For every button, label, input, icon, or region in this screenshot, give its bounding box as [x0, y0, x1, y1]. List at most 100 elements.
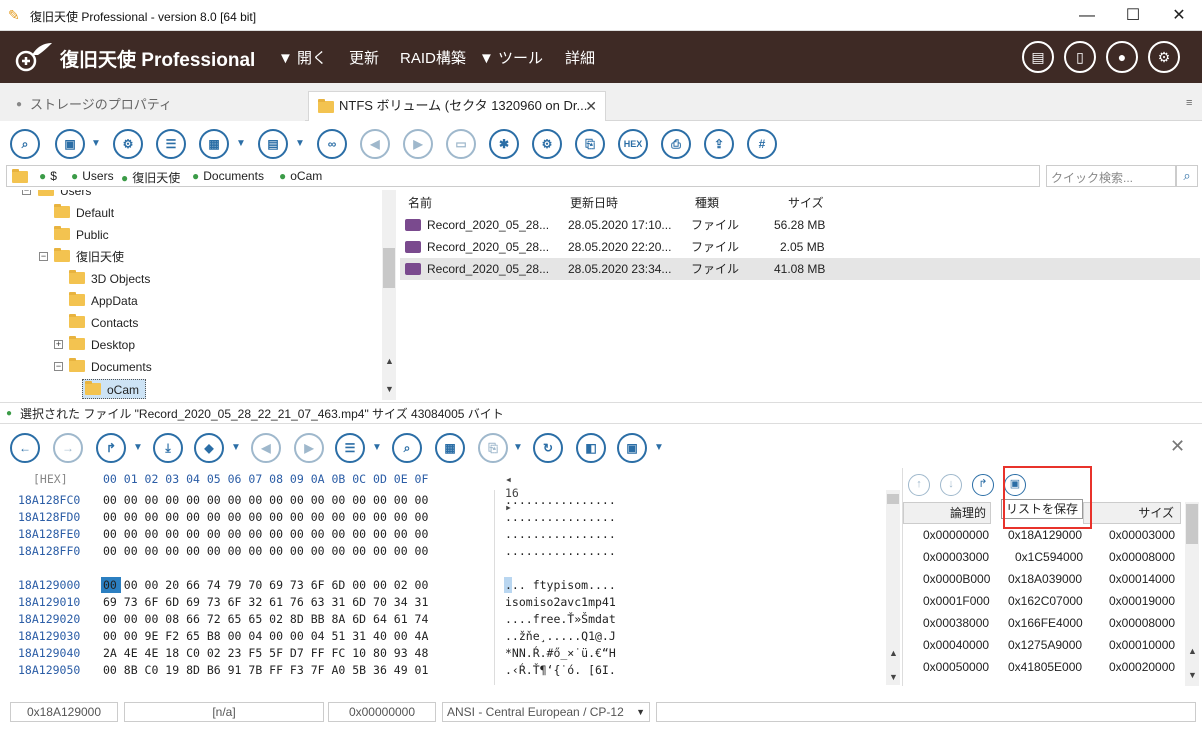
tree-item[interactable]: + Desktop: [54, 335, 135, 355]
table-row[interactable]: 0x00003000 0x1C594000 0x00008000: [903, 546, 1185, 568]
drive-icon[interactable]: ▤: [1022, 41, 1054, 73]
panel-icon[interactable]: ▯: [1064, 41, 1096, 73]
tree-item-selected[interactable]: oCam: [82, 379, 147, 399]
save-icon[interactable]: ▣: [55, 129, 85, 159]
tab-close-icon[interactable]: ✕: [585, 92, 597, 120]
column-header-logical[interactable]: 論理的: [903, 502, 991, 524]
expand-icon[interactable]: +: [54, 340, 63, 349]
breadcrumb-item[interactable]: ● Users: [71, 169, 114, 183]
bookmark-dropdown-icon[interactable]: ▼: [231, 443, 241, 453]
collapse-icon[interactable]: −: [22, 190, 31, 195]
prev-bookmark-icon[interactable]: ◀: [251, 433, 281, 463]
menu-open[interactable]: ▼ 開く: [278, 47, 327, 68]
save-dropdown-icon[interactable]: ▼: [91, 139, 101, 149]
format-icon[interactable]: ☰: [335, 433, 365, 463]
tree-item[interactable]: − Documents: [54, 357, 152, 377]
save-hex-icon[interactable]: ▣: [617, 433, 647, 463]
copy-dropdown-icon[interactable]: ▼: [513, 443, 523, 453]
table-row[interactable]: 0x00038000 0x166FE4000 0x00008000: [903, 612, 1185, 634]
goto-icon[interactable]: ↱: [96, 433, 126, 463]
hex-view[interactable]: 18A128FC0 00 00 00 00 00 00 00 00 00 00 0…: [0, 490, 900, 685]
hex-icon[interactable]: HEX: [618, 129, 648, 159]
up-icon[interactable]: ↑: [908, 474, 930, 496]
breadcrumb-item[interactable]: ● $: [39, 169, 57, 183]
file-copy-icon[interactable]: ⎘: [575, 129, 605, 159]
table-row-selected[interactable]: Record_2020_05_28... 28.05.2020 23:34...…: [400, 258, 1200, 280]
tab-menu-icon[interactable]: ≡: [1186, 97, 1192, 109]
close-panel-icon[interactable]: ✕: [1170, 436, 1185, 457]
table-row[interactable]: 0x00040000 0x1275A9000 0x00010000: [903, 634, 1185, 656]
format-dropdown-icon[interactable]: ▼: [372, 443, 382, 453]
binoculars-icon[interactable]: ∞: [317, 129, 347, 159]
column-header-type[interactable]: 種類: [695, 192, 719, 214]
tree-item[interactable]: − Users: [22, 190, 91, 201]
table-row[interactable]: 0x0001F000 0x162C07000 0x00019000: [903, 590, 1185, 612]
collapse-icon[interactable]: −: [54, 362, 63, 371]
view-icon[interactable]: ▦: [199, 129, 229, 159]
table-row[interactable]: 0x00050000 0x41805E000 0x00020000: [903, 656, 1185, 678]
tab-storage-properties[interactable]: ● ストレージのプロパティ: [0, 91, 305, 121]
file-plus-icon[interactable]: ✱: [489, 129, 519, 159]
user-icon[interactable]: ●: [1106, 41, 1138, 73]
breadcrumb-item[interactable]: ● oCam: [279, 169, 322, 183]
table-row[interactable]: 0x0000B000 0x18A039000 0x00014000: [903, 568, 1185, 590]
menu-tools[interactable]: ▼ ツール: [479, 47, 543, 68]
prev-icon[interactable]: ◀: [360, 129, 390, 159]
list-dropdown-icon[interactable]: ▼: [295, 139, 305, 149]
copy-icon[interactable]: ⎘: [478, 433, 508, 463]
save-hex-dropdown-icon[interactable]: ▼: [654, 443, 664, 453]
minimize-button[interactable]: —: [1064, 0, 1110, 31]
checklist-icon[interactable]: ☰: [156, 129, 186, 159]
tree-item[interactable]: Default: [54, 203, 114, 223]
select-icon[interactable]: ▦: [435, 433, 465, 463]
table-row[interactable]: Record_2020_05_28... 28.05.2020 22:20...…: [400, 236, 1200, 258]
quick-search-input[interactable]: クイック検索...: [1046, 165, 1176, 187]
table-row[interactable]: Record_2020_05_28... 28.05.2020 17:10...…: [400, 214, 1200, 236]
split-view-icon[interactable]: ◧: [576, 433, 606, 463]
forward-icon[interactable]: →: [53, 433, 83, 463]
tree-item[interactable]: Contacts: [69, 313, 138, 333]
column-header-name[interactable]: 名前: [408, 192, 432, 214]
tab-ntfs-volume[interactable]: NTFS ボリューム (セクタ 1320960 on Dr... ✕: [308, 91, 606, 121]
download-icon[interactable]: ⤓: [153, 433, 183, 463]
find-icon[interactable]: ⌕: [392, 433, 422, 463]
recover-icon[interactable]: ⚙: [113, 129, 143, 159]
encoding-select[interactable]: ANSI - Central European / CP-12 ▼: [442, 702, 650, 722]
menu-details[interactable]: 詳細: [565, 47, 595, 68]
menu-refresh[interactable]: 更新: [349, 47, 379, 68]
column-header-date[interactable]: 更新日時: [570, 192, 618, 214]
file-settings-icon[interactable]: ⚙: [532, 129, 562, 159]
maximize-button[interactable]: ☐: [1110, 0, 1156, 31]
export-icon[interactable]: ⇪: [704, 129, 734, 159]
hex-scrollbar[interactable]: ▲ ▼: [886, 490, 900, 685]
refresh-icon[interactable]: ↻: [533, 433, 563, 463]
breadcrumb-item[interactable]: ● 復旧天使: [121, 169, 180, 186]
tree-item[interactable]: AppData: [69, 291, 138, 311]
back-icon[interactable]: ←: [10, 433, 40, 463]
search-icon[interactable]: ⌕: [1176, 165, 1198, 187]
goto-icon[interactable]: ↱: [972, 474, 994, 496]
search-icon[interactable]: ⌕: [10, 129, 40, 159]
column-header-size[interactable]: サイズ: [788, 192, 824, 214]
list-view-icon[interactable]: ▤: [258, 129, 288, 159]
print-icon[interactable]: ⎙: [661, 129, 691, 159]
card-icon[interactable]: ▭: [446, 129, 476, 159]
close-button[interactable]: ✕: [1156, 0, 1202, 31]
next-icon[interactable]: ▶: [403, 129, 433, 159]
column-header-size[interactable]: サイズ: [1083, 502, 1181, 524]
tree-scrollbar[interactable]: ▲ ▼: [382, 190, 396, 400]
next-bookmark-icon[interactable]: ▶: [294, 433, 324, 463]
hash-icon[interactable]: #: [747, 129, 777, 159]
collapse-icon[interactable]: −: [39, 252, 48, 261]
settings-gear-icon[interactable]: ⚙: [1148, 41, 1180, 73]
bookmark-icon[interactable]: ◆: [194, 433, 224, 463]
breadcrumb-item[interactable]: ● Documents: [192, 169, 264, 183]
tree-item[interactable]: 3D Objects: [69, 269, 150, 289]
down-icon[interactable]: ↓: [940, 474, 962, 496]
tree-item[interactable]: − 復旧天使: [39, 247, 124, 267]
menu-raid[interactable]: RAID構築: [400, 47, 466, 68]
goto-dropdown-icon[interactable]: ▼: [133, 443, 143, 453]
tree-item[interactable]: Public: [54, 225, 109, 245]
view-dropdown-icon[interactable]: ▼: [236, 139, 246, 149]
right-scrollbar[interactable]: ▲ ▼: [1185, 502, 1199, 686]
